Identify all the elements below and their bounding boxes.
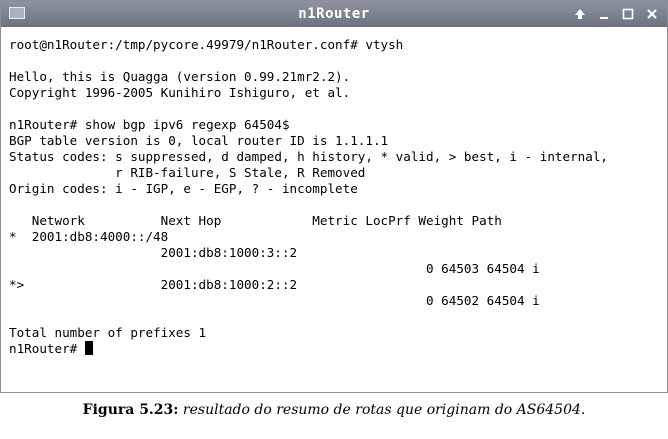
maximize-icon[interactable] [621,7,635,21]
terminal-line: 2001:db8:1000:3::2 [9,245,298,260]
terminal-line: Hello, this is Quagga (version 0.99.21mr… [9,69,351,84]
title-bar[interactable]: n1Router [1,1,667,27]
minimize-icon[interactable] [597,7,611,21]
arrow-up-icon[interactable] [573,7,587,21]
text-cursor [84,341,93,355]
terminal-window: n1Router root@n1Router:/tmp/pycore.49979… [0,0,668,393]
terminal-line: root@n1Router:/tmp/pycore.49979/n1Router… [9,37,404,52]
terminal-line: *> 2001:db8:1000:2::2 [9,277,298,292]
terminal-prompt: n1Router# [9,341,85,356]
terminal-line: Status codes: s suppressed, d damped, h … [9,149,608,164]
terminal-line: Copyright 1996-2005 Kunihiro Ishiguro, e… [9,85,351,100]
terminal-output[interactable]: root@n1Router:/tmp/pycore.49979/n1Router… [1,27,667,392]
terminal-line: n1Router# show bgp ipv6 regexp 64504$ [9,117,290,132]
close-icon[interactable] [645,7,659,21]
window-controls [573,1,659,27]
figure-caption: Figura 5.23: resultado do resumo de rota… [0,398,668,422]
caption-label: Figura 5.23: [82,402,179,418]
terminal-line: Total number of prefixes 1 [9,325,207,340]
terminal-line: Network Next Hop Metric LocPrf Weight Pa… [9,213,502,228]
terminal-line: r RIB-failure, S Stale, R Removed [9,165,366,180]
window-title: n1Router [298,6,370,22]
terminal-line: * 2001:db8:4000::/48 [9,229,169,244]
caption-text: resultado do resumo de rotas que origina… [182,402,586,418]
terminal-line: 0 64502 64504 i [9,293,540,308]
terminal-line: 0 64503 64504 i [9,261,540,276]
terminal-line: BGP table version is 0, local router ID … [9,133,389,148]
terminal-prompt-line[interactable]: n1Router# [9,341,667,357]
terminal-line: Origin codes: i - IGP, e - EGP, ? - inco… [9,181,358,196]
